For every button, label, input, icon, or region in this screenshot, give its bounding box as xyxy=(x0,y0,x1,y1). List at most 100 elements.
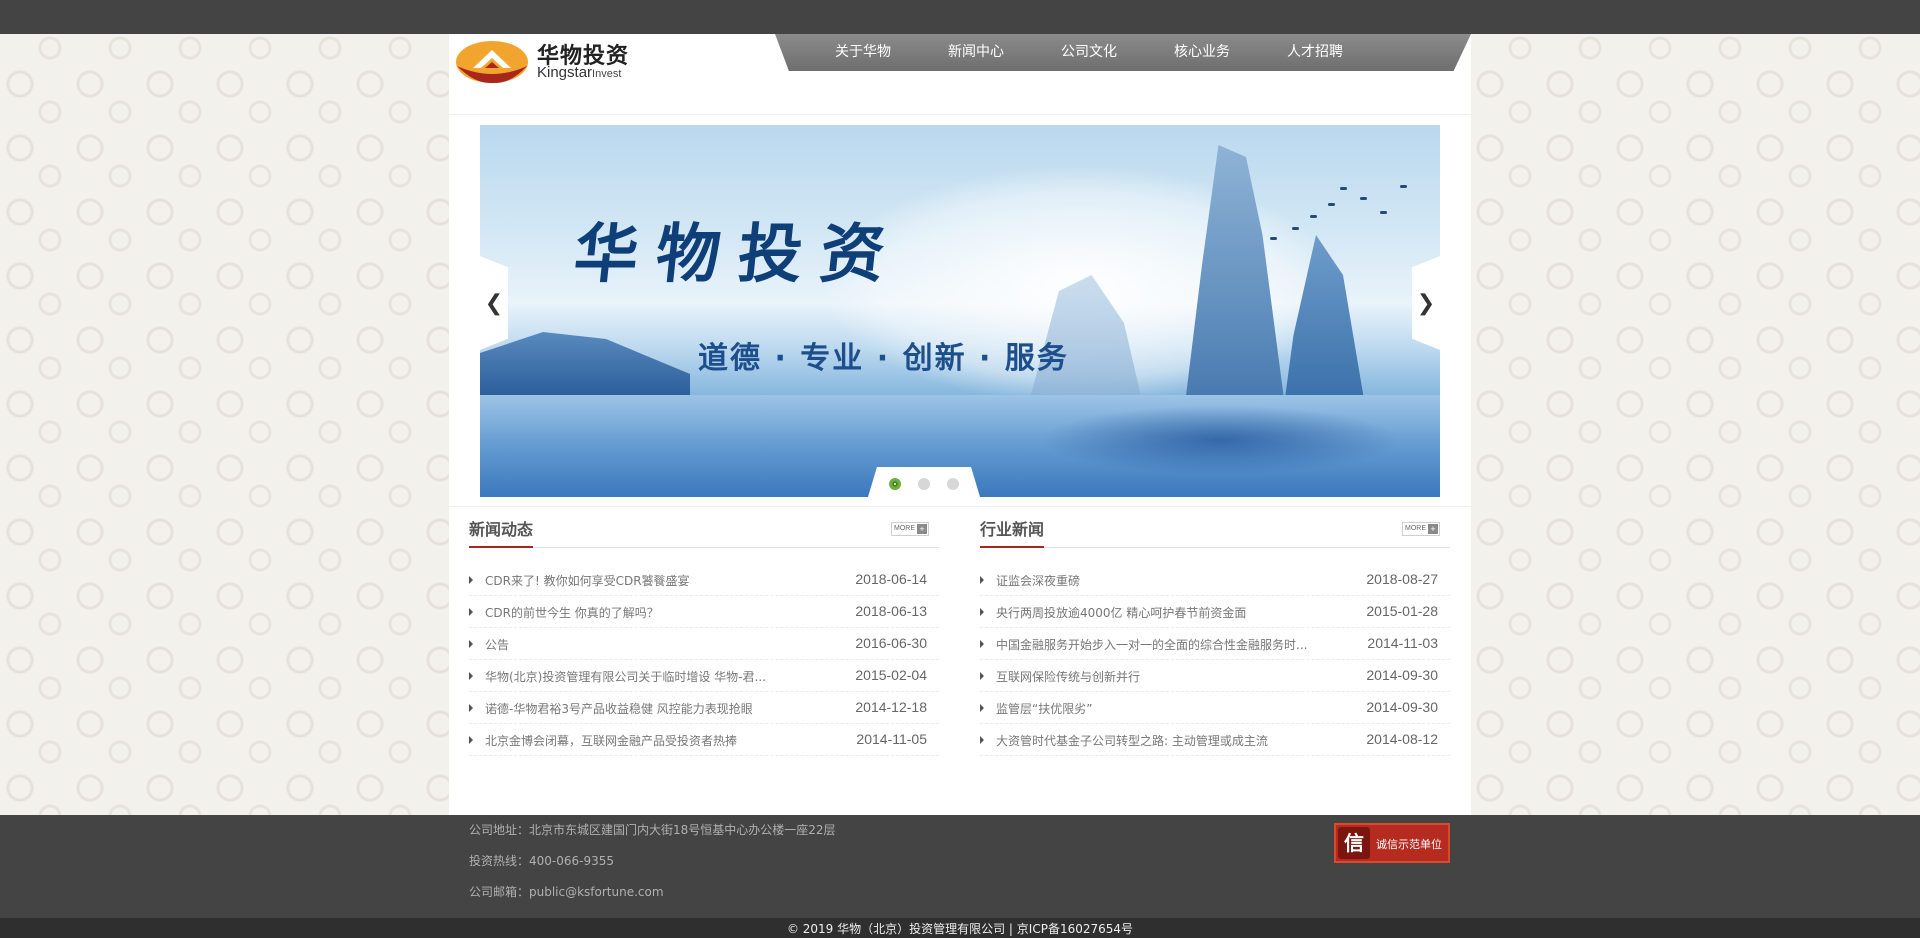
list-item[interactable]: 证监会深夜重磅 2018-08-27 xyxy=(980,564,1450,596)
news-date: 2015-01-28 xyxy=(1366,603,1438,619)
logo-mark-icon xyxy=(456,41,528,84)
news-date: 2018-08-27 xyxy=(1366,571,1438,587)
section-divider xyxy=(449,506,1471,507)
more-button[interactable]: MORE + xyxy=(1402,522,1440,536)
bird-icon xyxy=(1270,237,1277,240)
news-date: 2014-09-30 xyxy=(1366,667,1438,683)
news-date: 2014-11-03 xyxy=(1367,635,1438,651)
integrity-badge[interactable]: 信 诚信示范单位 xyxy=(1334,823,1450,863)
news-date: 2016-06-30 xyxy=(855,635,927,651)
bullet-icon xyxy=(469,736,473,744)
list-item[interactable]: CDR的前世今生 你真的了解吗？ 2018-06-13 xyxy=(469,596,939,628)
logo-name-en-sub: Invest xyxy=(592,68,622,80)
bullet-icon xyxy=(980,672,984,680)
banner-reflection xyxy=(1040,405,1400,475)
copyright-text: © 2019 华物（北京）投资管理有限公司 | 京ICP备16027654号 xyxy=(786,922,1134,936)
industry-news-section: 行业新闻 MORE + 证监会深夜重磅 2018-08-27 央行两周投放逾400… xyxy=(980,514,1450,756)
footer-email[interactable]: 公司邮箱：public@ksfortune.com xyxy=(469,883,836,914)
list-item[interactable]: 北京金博会闭幕，互联网金融产品受投资者热捧 2014-11-05 xyxy=(469,724,939,756)
footer-contact: 公司地址：北京市东城区建国门内大街18号恒基中心办公楼一座22层 投资热线：40… xyxy=(469,821,836,914)
list-item[interactable]: CDR来了! 教你如何享受CDR饕餮盛宴 2018-06-14 xyxy=(469,564,939,596)
list-item[interactable]: 诺德-华物君裕3号产品收益稳健 风控能力表现抢眼 2014-12-18 xyxy=(469,692,939,724)
integrity-seal-icon: 信 xyxy=(1338,827,1370,859)
bird-icon xyxy=(1360,197,1367,200)
list-item[interactable]: 公告 2016-06-30 xyxy=(469,628,939,660)
list-item[interactable]: 互联网保险传统与创新并行 2014-09-30 xyxy=(980,660,1450,692)
carousel-next-button[interactable]: ❯ xyxy=(1412,256,1440,350)
bird-icon xyxy=(1328,203,1335,206)
news-date: 2014-09-30 xyxy=(1366,699,1438,715)
news-date: 2015-02-04 xyxy=(855,667,927,683)
bird-icon xyxy=(1380,211,1387,214)
copyright-bar: © 2019 华物（北京）投资管理有限公司 | 京ICP备16027654号 xyxy=(0,918,1920,938)
banner-slogan: 道德 · 专业 · 创新 · 服务 xyxy=(698,341,1069,376)
news-date: 2014-08-12 xyxy=(1366,731,1438,747)
bird-icon xyxy=(1400,185,1407,188)
section-header: 新闻动态 MORE + xyxy=(469,514,939,548)
news-title: CDR来了! 教你如何享受CDR饕餮盛宴 xyxy=(485,574,690,588)
footer-address: 公司地址：北京市东城区建国门内大街18号恒基中心办公楼一座22层 xyxy=(469,823,836,837)
bullet-icon xyxy=(980,640,984,648)
bullet-icon xyxy=(469,608,473,616)
bullet-icon xyxy=(469,640,473,648)
section-title: 行业新闻 xyxy=(980,516,1045,548)
carousel-dot-2[interactable] xyxy=(918,477,930,490)
carousel-dot-3[interactable] xyxy=(947,477,959,490)
chevron-left-icon: ❮ xyxy=(484,290,504,316)
carousel-pagination xyxy=(868,467,980,497)
more-button[interactable]: MORE + xyxy=(891,522,929,536)
carousel-dot-1[interactable] xyxy=(889,477,901,490)
company-news-section: 新闻动态 MORE + CDR来了! 教你如何享受CDR饕餮盛宴 2018-06-… xyxy=(469,514,939,756)
bullet-icon xyxy=(980,576,984,584)
logo-name-en: KingstarInvest xyxy=(537,64,621,81)
news-title: CDR的前世今生 你真的了解吗？ xyxy=(485,606,659,620)
list-item[interactable]: 大资管时代基金子公司转型之路: 主动管理或成主流 2014-08-12 xyxy=(980,724,1450,756)
news-title: 公告 xyxy=(485,638,510,652)
header-divider xyxy=(449,114,1471,115)
banner-island xyxy=(480,332,690,395)
nav-item-news[interactable]: 新闻中心 xyxy=(948,34,1061,71)
bullet-icon xyxy=(469,672,473,680)
nav-item-business[interactable]: 核心业务 xyxy=(1174,34,1287,71)
news-title: 中国金融服务开始步入一对一的全面的综合性金融服务时... xyxy=(996,638,1308,652)
news-title: 监管层“扶优限劣” xyxy=(996,702,1093,716)
news-title: 北京金博会闭幕，互联网金融产品受投资者热捧 xyxy=(485,734,738,748)
bullet-icon xyxy=(469,576,473,584)
bird-icon xyxy=(1292,227,1299,230)
banner-title: 华物投资 xyxy=(570,217,907,292)
list-item[interactable]: 华物(北京)投资管理有限公司关于临时增设 华物-君... 2015-02-04 xyxy=(469,660,939,692)
page-container: 华物投资 KingstarInvest 关于华物 新闻中心 公司文化 核心业务 … xyxy=(449,34,1471,815)
news-date: 2018-06-13 xyxy=(855,603,927,619)
integrity-badge-label: 诚信示范单位 xyxy=(1376,838,1442,851)
top-bar xyxy=(0,0,1920,34)
bullet-icon xyxy=(980,736,984,744)
more-label: MORE xyxy=(1405,525,1426,532)
section-title: 新闻动态 xyxy=(469,516,534,548)
news-title: 央行两周投放逾4000亿 精心呵护春节前资金面 xyxy=(996,606,1247,620)
list-item[interactable]: 监管层“扶优限劣” 2014-09-30 xyxy=(980,692,1450,724)
bullet-icon xyxy=(980,704,984,712)
bird-icon xyxy=(1310,215,1317,218)
main-nav: 关于华物 新闻中心 公司文化 核心业务 人才招聘 xyxy=(775,34,1471,71)
news-title: 诺德-华物君裕3号产品收益稳健 风控能力表现抢眼 xyxy=(485,702,753,716)
news-title: 互联网保险传统与创新并行 xyxy=(996,670,1141,684)
news-date: 2014-12-18 xyxy=(855,699,927,715)
footer: 公司地址：北京市东城区建国门内大街18号恒基中心办公楼一座22层 投资热线：40… xyxy=(0,815,1920,918)
chevron-right-icon: ❯ xyxy=(1416,290,1436,316)
footer-hotline: 投资热线：400-066-9355 xyxy=(469,854,615,868)
news-title: 证监会深夜重磅 xyxy=(996,574,1081,588)
nav-item-careers[interactable]: 人才招聘 xyxy=(1287,34,1400,71)
logo-name-en-main: Kingstar xyxy=(537,64,593,81)
nav-item-culture[interactable]: 公司文化 xyxy=(1061,34,1174,71)
news-date: 2018-06-14 xyxy=(855,571,927,587)
list-item[interactable]: 中国金融服务开始步入一对一的全面的综合性金融服务时... 2014-11-03 xyxy=(980,628,1450,660)
nav-item-about[interactable]: 关于华物 xyxy=(835,34,948,71)
company-logo[interactable]: 华物投资 KingstarInvest xyxy=(455,36,635,88)
carousel-prev-button[interactable]: ❮ xyxy=(480,256,508,350)
bullet-icon xyxy=(980,608,984,616)
banner-carousel[interactable]: 华物投资 道德 · 专业 · 创新 · 服务 ❮ ❯ xyxy=(480,125,1440,497)
list-item[interactable]: 央行两周投放逾4000亿 精心呵护春节前资金面 2015-01-28 xyxy=(980,596,1450,628)
news-list: 证监会深夜重磅 2018-08-27 央行两周投放逾4000亿 精心呵护春节前资金… xyxy=(980,564,1450,756)
section-header: 行业新闻 MORE + xyxy=(980,514,1450,548)
plus-icon: + xyxy=(917,524,927,534)
